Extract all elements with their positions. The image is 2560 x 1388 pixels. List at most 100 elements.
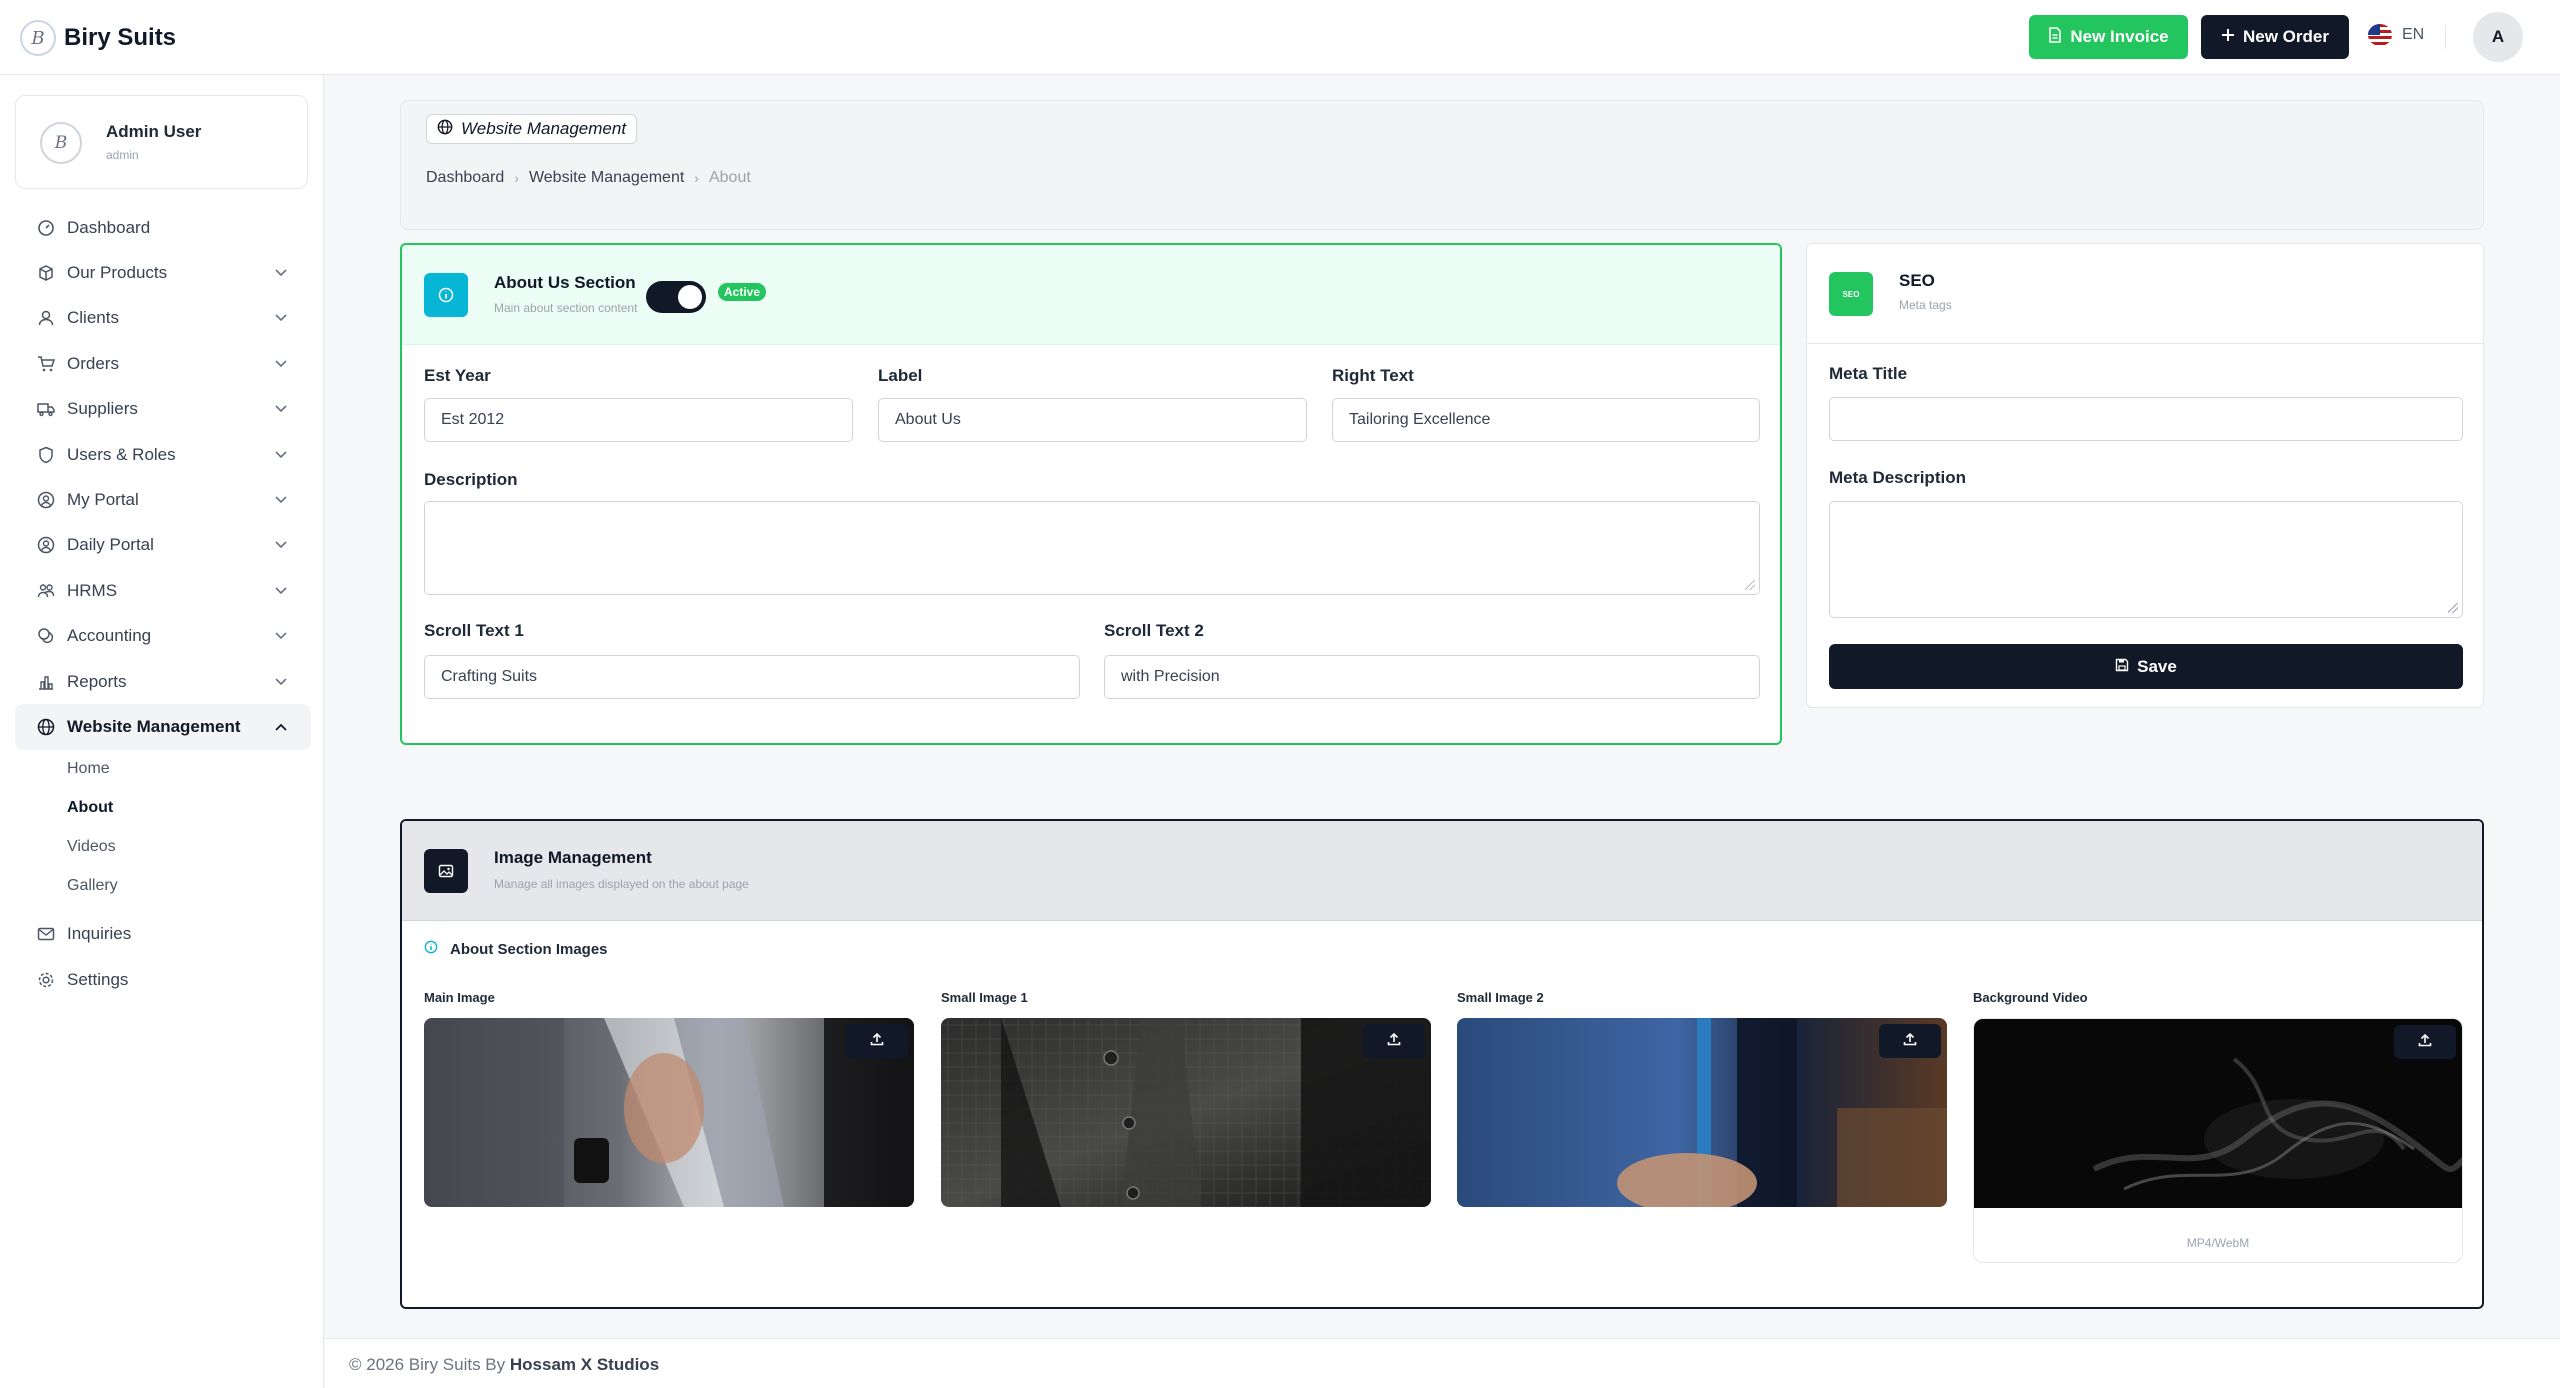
page-header: Website Management Dashboard › Website M… [400, 100, 2484, 230]
image-management-title: Image Management [494, 848, 652, 867]
gear-icon [37, 971, 55, 989]
sidebar-item-accounting[interactable]: Accounting [15, 614, 311, 659]
upload-button[interactable] [1363, 1024, 1425, 1058]
footer-copyright: © 2026 Biry Suits By [349, 1355, 506, 1374]
small-image-2-label: Small Image 2 [1457, 990, 1544, 1005]
about-section-toggle[interactable] [646, 281, 706, 313]
sidebar-item-my-portal[interactable]: My Portal [15, 477, 311, 522]
people-icon [37, 582, 55, 600]
chevron-right-icon: › [514, 170, 519, 186]
background-video-label: Background Video [1973, 990, 2088, 1005]
resize-handle[interactable] [1745, 580, 1755, 590]
language-switcher[interactable]: EN [2368, 24, 2424, 46]
user-avatar-button[interactable]: A [2473, 12, 2523, 62]
background-video-preview[interactable]: MP4/WebM [1973, 1018, 2463, 1263]
chevron-down-icon [275, 584, 287, 598]
info-icon [424, 940, 438, 958]
sidebar-item-suppliers[interactable]: Suppliers [15, 387, 311, 432]
seo-icon: SEO [1829, 272, 1873, 316]
brand-name: Biry Suits [64, 24, 177, 51]
upload-button[interactable] [1879, 1024, 1941, 1058]
globe-icon [437, 119, 453, 140]
sidebar: B Admin User admin Dashboard Our Product… [0, 75, 324, 1388]
chevron-down-icon [275, 357, 287, 371]
sidebar-item-label: Our Products [67, 263, 168, 283]
chevron-down-icon [275, 448, 287, 462]
about-section-subtitle: Main about section content [494, 301, 638, 315]
sidebar-item-reports[interactable]: Reports [15, 659, 311, 704]
small-image-1-photo [941, 1018, 1431, 1207]
small-image-1-preview[interactable] [941, 1018, 1431, 1207]
save-button[interactable]: Save [1829, 644, 2463, 689]
coins-icon [37, 627, 55, 645]
main-image-photo [424, 1018, 914, 1207]
upload-button[interactable] [2394, 1025, 2456, 1059]
section-pill: Website Management [426, 114, 638, 144]
sidebar-item-label: Accounting [67, 626, 152, 646]
user-circle-icon [37, 491, 55, 509]
video-format-caption: MP4/WebM [2186, 1236, 2250, 1250]
sidebar-item-label: Settings [67, 969, 129, 989]
section-title-text: About Section Images [450, 940, 608, 958]
right-text-input[interactable]: Tailoring Excellence [1332, 398, 1760, 442]
breadcrumb-website-management[interactable]: Website Management [529, 169, 684, 187]
label-input[interactable]: About Us [878, 398, 1307, 442]
sidebar-item-our-products[interactable]: Our Products [15, 250, 311, 295]
sidebar-item-website-management[interactable]: Website Management [15, 704, 311, 750]
image-icon [424, 849, 468, 893]
submenu-item-about[interactable]: About [67, 789, 311, 828]
sidebar-item-clients[interactable]: Clients [15, 296, 311, 341]
language-code: EN [2402, 26, 2425, 43]
chevron-down-icon [275, 629, 287, 643]
mail-icon [37, 925, 55, 943]
footer-studio-link[interactable]: Hossam X Studios [510, 1355, 659, 1374]
sidebar-item-dashboard[interactable]: Dashboard [15, 205, 311, 250]
upload-icon [1902, 1031, 1918, 1052]
main-image-preview[interactable] [424, 1018, 914, 1207]
sidebar-item-label: Dashboard [67, 217, 151, 237]
sidebar-item-inquiries[interactable]: Inquiries [15, 912, 311, 957]
divider [2445, 25, 2446, 49]
sidebar-item-label: HRMS [67, 580, 118, 600]
breadcrumb-dashboard[interactable]: Dashboard [426, 169, 504, 187]
seo-header: SEO SEO Meta tags [1807, 244, 2483, 344]
user-role: admin [106, 148, 139, 162]
about-section-title: About Us Section [494, 273, 636, 292]
sidebar-item-daily-portal[interactable]: Daily Portal [15, 523, 311, 568]
resize-handle[interactable] [2448, 603, 2458, 613]
document-icon [2048, 26, 2062, 48]
brand[interactable]: B Biry Suits [20, 20, 176, 56]
chevron-right-icon: › [694, 170, 699, 186]
chevron-down-icon [275, 675, 287, 689]
chevron-down-icon [275, 311, 287, 325]
sidebar-item-label: Inquiries [67, 924, 132, 944]
scroll-text-2-input[interactable]: with Precision [1104, 655, 1760, 699]
top-bar: B Biry Suits New Invoice New Order EN A [0, 0, 2560, 75]
submenu-item-videos[interactable]: Videos [67, 828, 311, 867]
chevron-down-icon [275, 402, 287, 416]
sidebar-item-hrms[interactable]: HRMS [15, 568, 311, 613]
website-submenu: Home About Videos Gallery [15, 750, 311, 906]
sidebar-item-label: Orders [67, 353, 119, 373]
image-management-subtitle: Manage all images displayed on the about… [494, 877, 749, 891]
scroll-text-1-input[interactable]: Crafting Suits [424, 655, 1080, 699]
new-invoice-button[interactable]: New Invoice [2029, 15, 2188, 59]
chevron-down-icon [275, 266, 287, 280]
about-section-images-title: About Section Images [424, 940, 608, 958]
upload-button[interactable] [846, 1024, 908, 1058]
new-order-button[interactable]: New Order [2201, 15, 2349, 59]
est-year-input[interactable]: Est 2012 [424, 398, 853, 442]
sidebar-item-users-roles[interactable]: Users & Roles [15, 432, 311, 477]
user-card[interactable]: B Admin User admin [15, 95, 308, 189]
sidebar-item-settings[interactable]: Settings [15, 957, 311, 1002]
image-management-card: Image Management Manage all images displ… [400, 819, 2484, 1309]
submenu-item-home[interactable]: Home [67, 750, 311, 789]
small-image-2-preview[interactable] [1457, 1018, 1947, 1207]
description-textarea[interactable] [424, 501, 1760, 595]
sidebar-item-orders[interactable]: Orders [15, 341, 311, 386]
submenu-item-gallery[interactable]: Gallery [67, 867, 311, 906]
meta-description-textarea[interactable] [1829, 501, 2463, 618]
breadcrumb: Dashboard › Website Management › About [426, 169, 751, 187]
sidebar-item-label: Clients [67, 308, 119, 328]
meta-title-input[interactable] [1829, 397, 2463, 441]
